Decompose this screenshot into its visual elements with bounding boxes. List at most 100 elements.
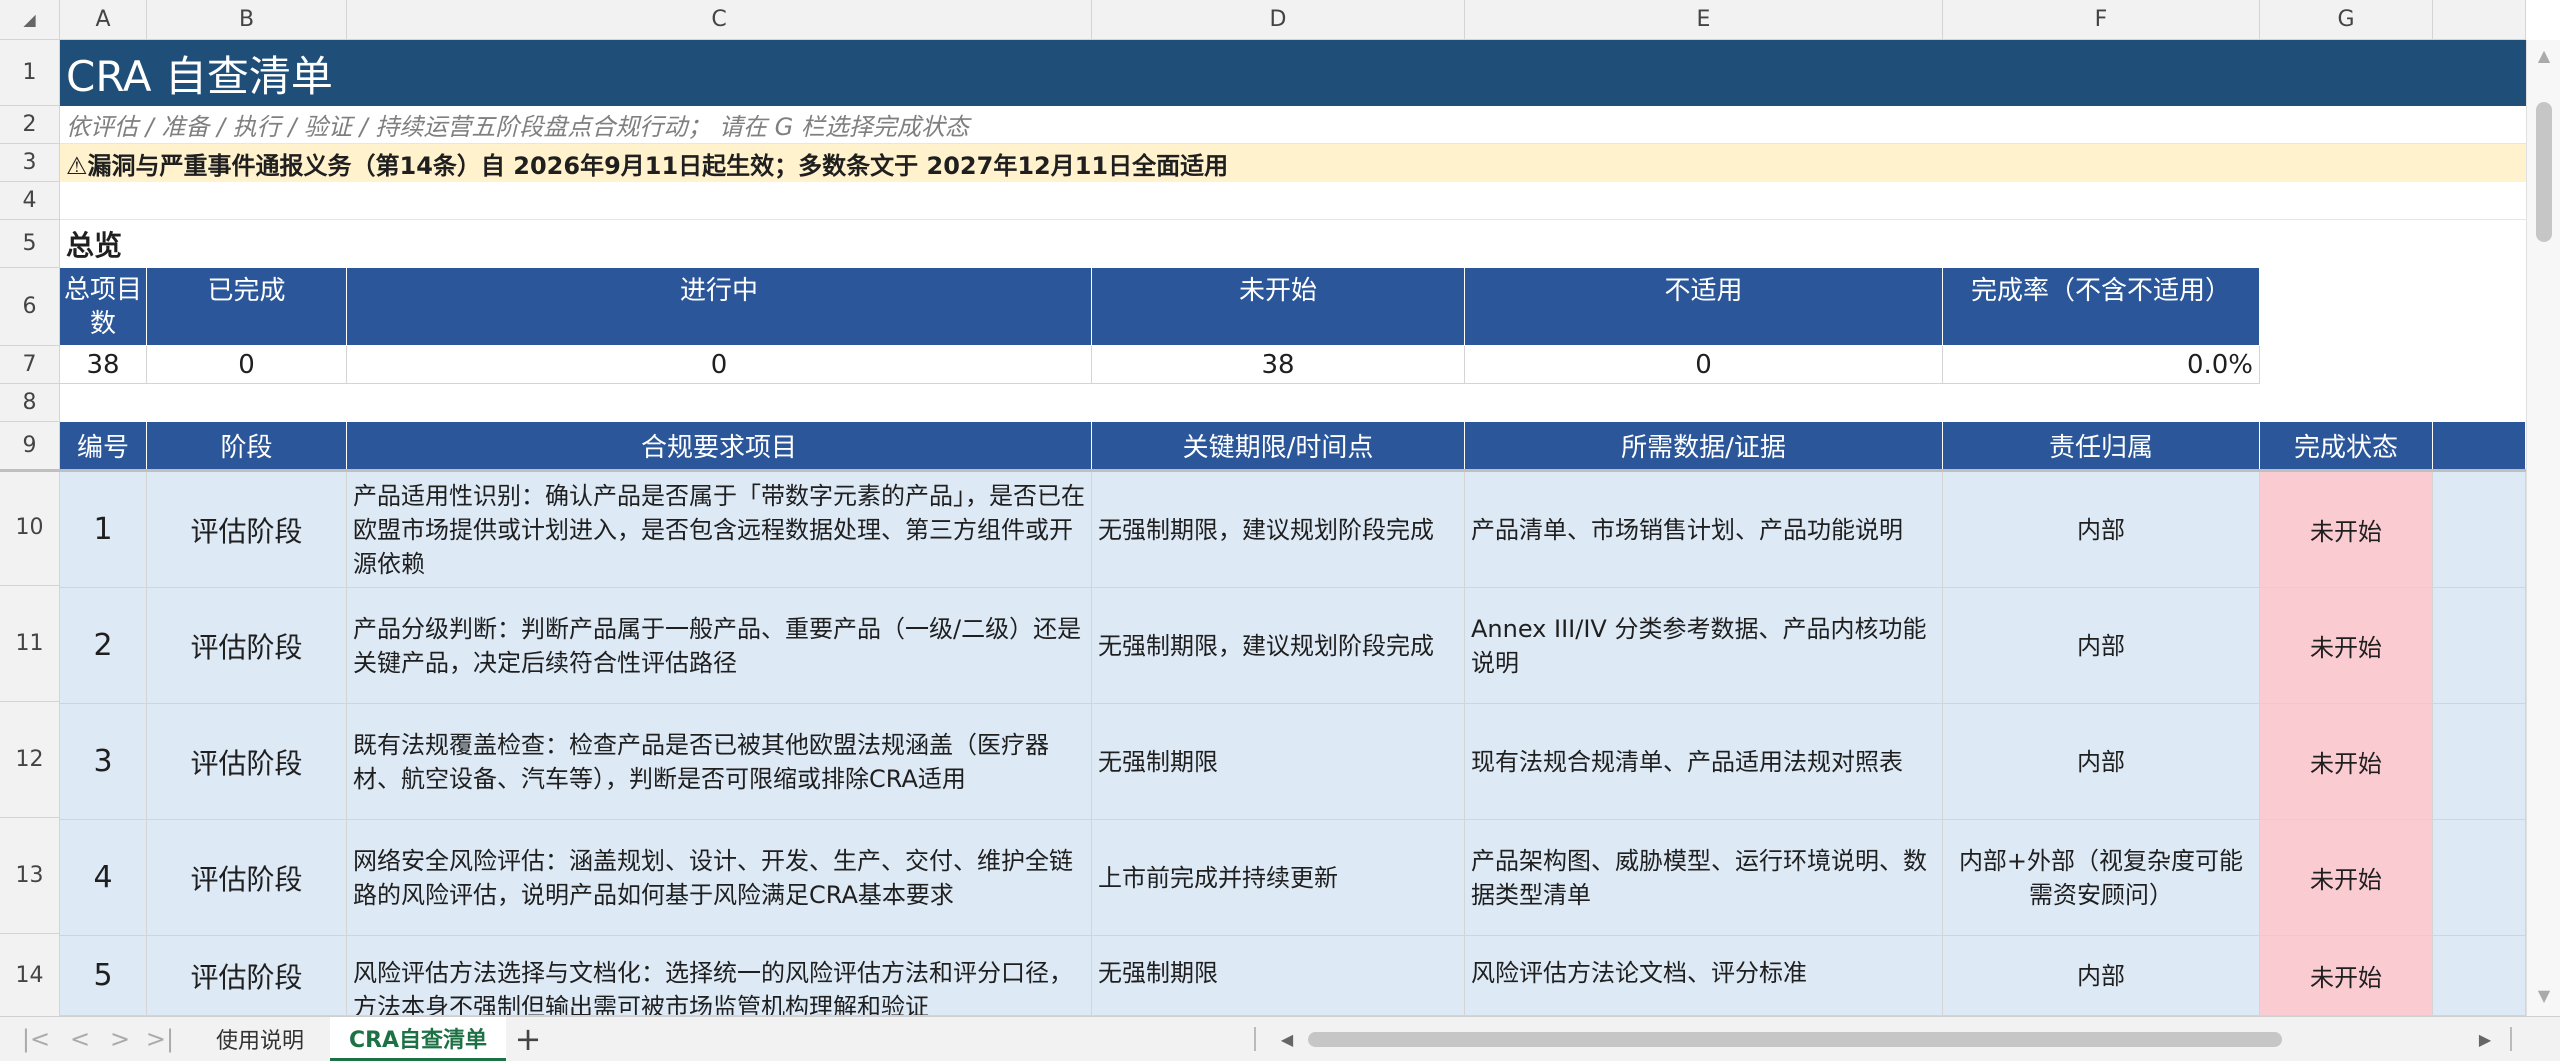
previous-sheet-icon[interactable]: <	[62, 1023, 98, 1055]
row-header-12[interactable]: 12	[0, 702, 60, 818]
summary-header-done[interactable]: 已完成	[147, 268, 347, 346]
row-header-10[interactable]: 10	[0, 470, 60, 586]
evidence-cell[interactable]: Annex III/IV 分类参考数据、产品内核功能说明	[1465, 588, 1943, 704]
row-header-7[interactable]: 7	[0, 346, 60, 384]
deadline-cell[interactable]: 无强制期限，建议规划阶段完成	[1092, 588, 1465, 704]
requirement-cell[interactable]: 既有法规覆盖检查：检查产品是否已被其他欧盟法规涵盖（医疗器材、航空设备、汽车等）…	[347, 704, 1092, 820]
deadline-cell[interactable]: 无强制期限	[1092, 936, 1465, 1016]
scroll-right-arrow-icon[interactable]: ▶	[2470, 1023, 2500, 1055]
stage-cell[interactable]: 评估阶段	[147, 588, 347, 704]
summary-value-in-progress[interactable]: 0	[347, 346, 1092, 384]
column-header-b[interactable]: B	[147, 0, 347, 40]
summary-header-rate[interactable]: 完成率（不含不适用）	[1943, 268, 2260, 346]
status-cell[interactable]: 未开始	[2260, 704, 2433, 820]
owner-cell[interactable]: 内部	[1943, 472, 2260, 588]
sheet-tab-instructions[interactable]: 使用说明	[190, 1019, 330, 1059]
table-header-evidence[interactable]: 所需数据/证据	[1465, 422, 1943, 470]
empty-row-4[interactable]	[60, 182, 2526, 220]
column-header-e[interactable]: E	[1465, 0, 1943, 40]
item-number[interactable]: 2	[60, 588, 147, 704]
status-cell[interactable]: 未开始	[2260, 820, 2433, 936]
summary-value-total[interactable]: 38	[60, 346, 147, 384]
row-header-13[interactable]: 13	[0, 818, 60, 934]
last-sheet-icon[interactable]: >|	[142, 1023, 178, 1055]
table-header-stage[interactable]: 阶段	[147, 422, 347, 470]
empty-cell[interactable]	[2433, 820, 2526, 936]
item-number[interactable]: 5	[60, 936, 147, 1016]
empty-row-8[interactable]	[60, 384, 2526, 422]
sheet-tab-checklist[interactable]: CRA自查清单	[330, 1017, 506, 1061]
next-sheet-icon[interactable]: >	[102, 1023, 138, 1055]
summary-value-na[interactable]: 0	[1465, 346, 1943, 384]
scroll-left-arrow-icon[interactable]: ◀	[1272, 1023, 1302, 1055]
status-cell[interactable]: 未开始	[2260, 472, 2433, 588]
requirement-cell[interactable]: 产品分级判断：判断产品属于一般产品、重要产品（一级/二级）还是关键产品，决定后续…	[347, 588, 1092, 704]
owner-cell[interactable]: 内部+外部（视复杂度可能需资安顾问）	[1943, 820, 2260, 936]
owner-cell[interactable]: 内部	[1943, 704, 2260, 820]
row-header-9[interactable]: 9	[0, 422, 60, 470]
table-header-deadline[interactable]: 关键期限/时间点	[1092, 422, 1465, 470]
column-header-g[interactable]: G	[2260, 0, 2433, 40]
vertical-scrollbar[interactable]: ▲ ▼	[2526, 40, 2560, 1016]
row-header-5[interactable]: 5	[0, 220, 60, 268]
sheet-title[interactable]: CRA 自查清单	[60, 40, 2526, 106]
table-header-owner[interactable]: 责任归属	[1943, 422, 2260, 470]
row-header-8[interactable]: 8	[0, 384, 60, 422]
requirement-cell[interactable]: 产品适用性识别：确认产品是否属于「带数字元素的产品」，是否已在欧盟市场提供或计划…	[347, 472, 1092, 588]
row-header-14[interactable]: 14	[0, 934, 60, 1016]
summary-value-done[interactable]: 0	[147, 346, 347, 384]
table-header-status[interactable]: 完成状态	[2260, 422, 2433, 470]
column-header-d[interactable]: D	[1092, 0, 1465, 40]
summary-header-in-progress[interactable]: 进行中	[347, 268, 1092, 346]
scroll-down-arrow-icon[interactable]: ▼	[2527, 980, 2560, 1010]
summary-value-rate[interactable]: 0.0%	[1943, 346, 2260, 384]
row-header-11[interactable]: 11	[0, 586, 60, 702]
evidence-cell[interactable]: 现有法规合规清单、产品适用法规对照表	[1465, 704, 1943, 820]
stage-cell[interactable]: 评估阶段	[147, 472, 347, 588]
table-header-no[interactable]: 编号	[60, 422, 147, 470]
summary-value-not-started[interactable]: 38	[1092, 346, 1465, 384]
column-header-f[interactable]: F	[1943, 0, 2260, 40]
status-cell[interactable]: 未开始	[2260, 588, 2433, 704]
item-number[interactable]: 1	[60, 472, 147, 588]
requirement-cell[interactable]: 网络安全风险评估：涵盖规划、设计、开发、生产、交付、维护全链路的风险评估，说明产…	[347, 820, 1092, 936]
overview-label[interactable]: 总览	[60, 220, 2526, 268]
owner-cell[interactable]: 内部	[1943, 588, 2260, 704]
deadline-cell[interactable]: 上市前完成并持续更新	[1092, 820, 1465, 936]
summary-header-total[interactable]: 总项目数	[60, 268, 147, 346]
row-header-1[interactable]: 1	[0, 40, 60, 106]
evidence-cell[interactable]: 风险评估方法论文档、评分标准	[1465, 936, 1943, 1016]
warning-banner[interactable]: ⚠漏洞与严重事件通报义务（第14条）自 2026年9月11日起生效；多数条文于 …	[60, 144, 2526, 182]
tab-splitter-handle[interactable]	[1254, 1027, 1256, 1051]
summary-header-na[interactable]: 不适用	[1465, 268, 1943, 346]
add-sheet-icon[interactable]: +	[510, 1020, 546, 1058]
item-number[interactable]: 4	[60, 820, 147, 936]
empty-cell[interactable]	[2433, 588, 2526, 704]
deadline-cell[interactable]: 无强制期限，建议规划阶段完成	[1092, 472, 1465, 588]
empty-cell[interactable]	[2433, 704, 2526, 820]
deadline-cell[interactable]: 无强制期限	[1092, 704, 1465, 820]
horizontal-scroll-thumb[interactable]	[1308, 1032, 2282, 1047]
select-all-corner[interactable]: ◢	[0, 0, 60, 40]
item-number[interactable]: 3	[60, 704, 147, 820]
row-header-3[interactable]: 3	[0, 144, 60, 182]
status-cell[interactable]: 未开始	[2260, 936, 2433, 1016]
table-header-item[interactable]: 合规要求项目	[347, 422, 1092, 470]
column-header-c[interactable]: C	[347, 0, 1092, 40]
scroll-up-arrow-icon[interactable]: ▲	[2527, 40, 2560, 70]
column-header-a[interactable]: A	[60, 0, 147, 40]
evidence-cell[interactable]: 产品架构图、威胁模型、运行环境说明、数据类型清单	[1465, 820, 1943, 936]
sheet-subtitle[interactable]: 依评估 / 准备 / 执行 / 验证 / 持续运营五阶段盘点合规行动； 请在 G…	[60, 106, 2526, 144]
empty-cell[interactable]	[2433, 936, 2526, 1016]
first-sheet-icon[interactable]: |<	[18, 1023, 54, 1055]
vertical-scroll-thumb[interactable]	[2536, 102, 2552, 242]
row-header-6[interactable]: 6	[0, 268, 60, 346]
stage-cell[interactable]: 评估阶段	[147, 820, 347, 936]
requirement-cell[interactable]: 风险评估方法选择与文档化：选择统一的风险评估方法和评分口径，方法本身不强制但输出…	[347, 936, 1092, 1016]
stage-cell[interactable]: 评估阶段	[147, 704, 347, 820]
stage-cell[interactable]: 评估阶段	[147, 936, 347, 1016]
empty-cell[interactable]	[2433, 472, 2526, 588]
row-header-2[interactable]: 2	[0, 106, 60, 144]
summary-header-not-started[interactable]: 未开始	[1092, 268, 1465, 346]
scroll-end-handle[interactable]	[2510, 1027, 2512, 1051]
